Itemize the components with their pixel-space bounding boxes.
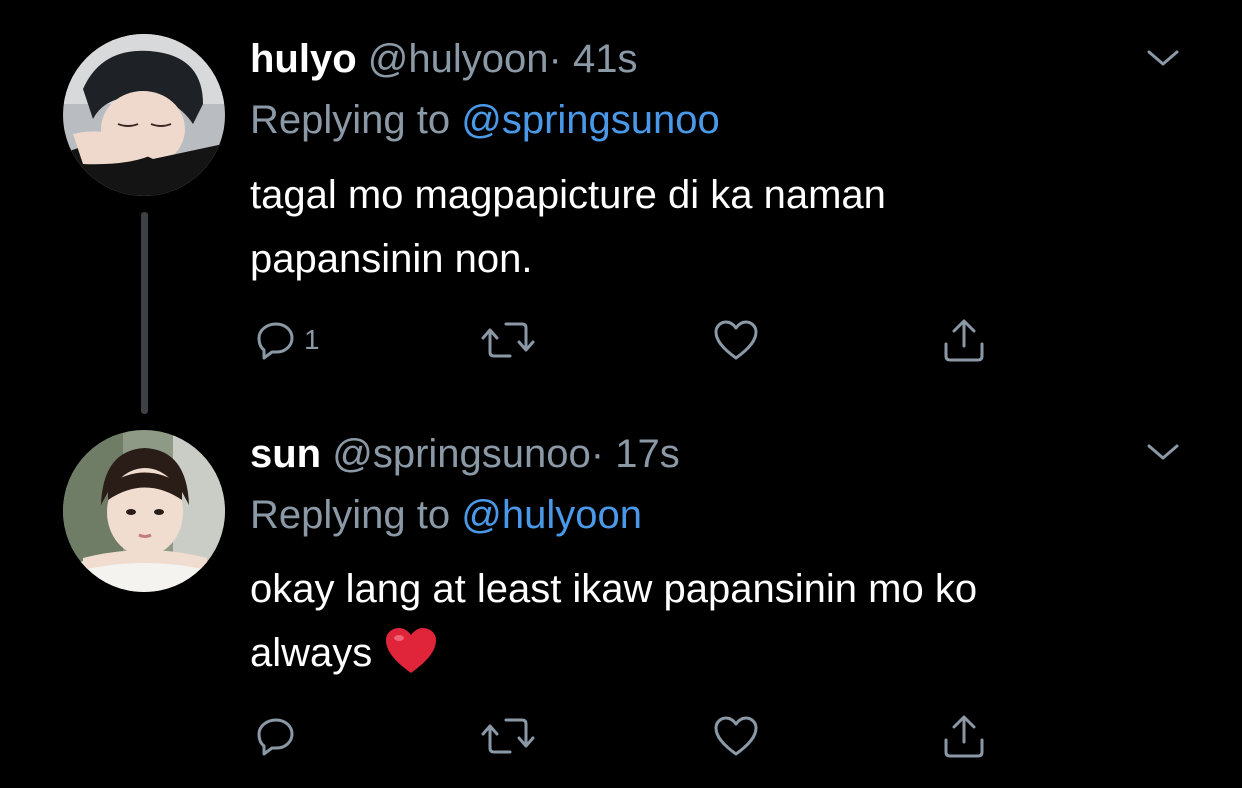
share-button[interactable] <box>940 711 988 761</box>
tweet-text-line: tagal mo magpapicture di ka naman <box>250 173 886 217</box>
tweet-text-word: always <box>250 631 373 675</box>
share-icon <box>944 319 984 362</box>
chevron-down-icon[interactable] <box>1143 440 1183 464</box>
timestamp[interactable]: · 41s <box>549 37 638 81</box>
retweet-button[interactable] <box>480 315 536 365</box>
mention-link[interactable]: @springsunoo <box>461 98 720 142</box>
chevron-down-icon[interactable] <box>1143 46 1183 70</box>
tweet-text: tagal mo magpapicture di ka naman papans… <box>250 163 1150 291</box>
tweet-header: sun @springsunoo· 17s <box>250 430 680 478</box>
heart-icon <box>714 716 758 756</box>
retweet-icon <box>481 322 535 358</box>
avatar-photo-sleeping-person <box>63 34 225 196</box>
timestamp[interactable]: · 17s <box>591 432 680 476</box>
tweet[interactable]: hulyo @hulyoon· 41s Replying to @springs… <box>0 0 1242 414</box>
mention-link[interactable]: @hulyoon <box>461 493 642 537</box>
action-bar <box>0 711 1242 761</box>
display-name[interactable]: hulyo <box>250 37 357 81</box>
replying-to: Replying to @hulyoon <box>250 491 642 539</box>
replying-to: Replying to @springsunoo <box>250 96 720 144</box>
display-name[interactable]: sun <box>250 432 321 476</box>
replying-prefix: Replying to <box>250 493 451 537</box>
avatar[interactable] <box>63 430 225 592</box>
tweet-text-line: always ❤️ <box>250 621 1150 685</box>
avatar-photo-person-selfie <box>63 430 225 592</box>
thread-line <box>141 212 148 414</box>
reply-button[interactable] <box>254 711 304 761</box>
user-handle[interactable]: @springsunoo <box>332 432 591 476</box>
red-heart-emoji: ❤️ <box>386 628 437 673</box>
reply-icon <box>257 322 294 360</box>
tweet-text-line: okay lang at least ikaw papansinin mo ko <box>250 567 978 611</box>
reply-icon <box>257 718 294 756</box>
user-handle[interactable]: @hulyoon <box>368 37 549 81</box>
action-bar: 1 <box>0 315 1242 365</box>
tweet[interactable]: sun @springsunoo· 17s Replying to @hulyo… <box>0 400 1242 788</box>
reply-button[interactable]: 1 <box>254 315 320 365</box>
retweet-button[interactable] <box>480 711 536 761</box>
like-button[interactable] <box>712 315 760 365</box>
tweet-text-line: papansinin non. <box>250 237 533 281</box>
share-button[interactable] <box>940 315 988 365</box>
tweet-text: okay lang at least ikaw papansinin mo ko… <box>250 557 1150 685</box>
like-button[interactable] <box>712 711 760 761</box>
reply-count: 1 <box>304 324 320 355</box>
avatar[interactable] <box>63 34 225 196</box>
heart-icon <box>714 320 758 360</box>
replying-prefix: Replying to <box>250 98 451 142</box>
retweet-icon <box>481 718 535 754</box>
share-icon <box>944 715 984 758</box>
tweet-header: hulyo @hulyoon· 41s <box>250 35 637 83</box>
